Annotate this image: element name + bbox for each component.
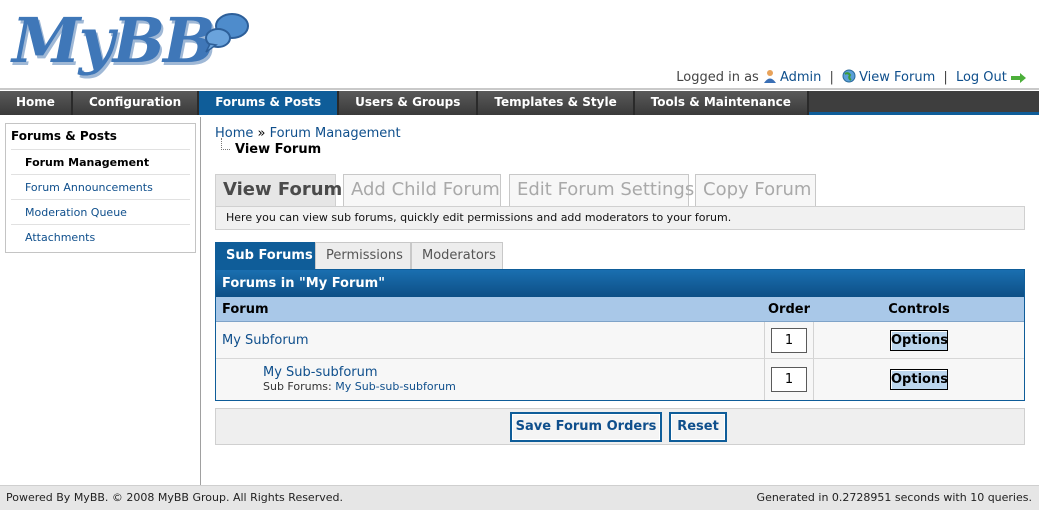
- footer: Powered By MyBB. © 2008 MyBB Group. All …: [0, 485, 1039, 510]
- table-title: Forums in "My Forum": [216, 270, 1024, 297]
- sub-tabs: Sub Forums Permissions Moderators: [215, 242, 1025, 269]
- breadcrumb-forum-management[interactable]: Forum Management: [270, 126, 401, 141]
- main-nav: Home Configuration Forums & Posts Users …: [0, 91, 1039, 115]
- nav-tab-tools-maintenance[interactable]: Tools & Maintenance: [634, 91, 809, 115]
- order-input[interactable]: 1: [771, 367, 807, 392]
- page-title-text: View Forum: [235, 142, 322, 157]
- sub-forums-label: Sub Forums:: [263, 380, 332, 393]
- order-input[interactable]: 1: [771, 327, 807, 353]
- subtab-moderators[interactable]: Moderators: [411, 242, 503, 269]
- nav-tab-users-groups[interactable]: Users & Groups: [339, 91, 479, 115]
- options-button[interactable]: Options: [890, 329, 948, 351]
- header-divider: [0, 88, 1039, 90]
- logged-in-label: Logged in as: [676, 70, 759, 85]
- mybb-logo[interactable]: MyBB: [10, 4, 250, 84]
- nav-tab-home[interactable]: Home: [0, 91, 73, 115]
- sidebar-item-attachments[interactable]: Attachments: [11, 224, 190, 249]
- separator: |: [829, 70, 834, 85]
- user-icon: [763, 69, 777, 87]
- user-bar: Logged in as Admin | View Forum | Log Ou…: [676, 69, 1029, 87]
- nav-tab-configuration[interactable]: Configuration: [72, 91, 200, 115]
- reset-button[interactable]: Reset: [669, 412, 727, 442]
- log-out-link[interactable]: Log Out: [956, 70, 1007, 85]
- tab-add-child-forum[interactable]: Add Child Forum: [343, 174, 501, 206]
- header: MyBB Logged in as Admin | View Forum | L…: [0, 0, 1039, 90]
- table-row: My Subforum 1 Options: [216, 322, 1024, 359]
- sidebar-item-forum-management[interactable]: Forum Management: [11, 149, 190, 174]
- subtab-sub-forums[interactable]: Sub Forums: [215, 242, 315, 269]
- tab-description: Here you can view sub forums, quickly ed…: [215, 206, 1025, 230]
- sidebar-item-forum-announcements[interactable]: Forum Announcements: [11, 174, 190, 199]
- forum-tabs: View Forum Add Child Forum Edit Forum Se…: [215, 174, 1025, 206]
- sidebar: Forums & Posts Forum Management Forum An…: [0, 117, 201, 485]
- separator: |: [943, 70, 948, 85]
- forum-link-my-subforum[interactable]: My Subforum: [222, 333, 309, 348]
- arrow-right-icon: [1011, 72, 1026, 87]
- subtab-permissions[interactable]: Permissions: [315, 242, 411, 269]
- tree-connector: [221, 138, 230, 150]
- table-header-row: Forum Order Controls: [216, 297, 1024, 322]
- sidebar-item-moderation-queue[interactable]: Moderation Queue: [11, 199, 190, 224]
- column-header-controls: Controls: [888, 301, 950, 317]
- sidebar-title: Forums & Posts: [11, 129, 117, 143]
- globe-icon: [842, 69, 856, 87]
- logo-text: MyBB: [12, 4, 215, 77]
- options-button[interactable]: Options: [890, 369, 948, 390]
- page-title: View Forum: [215, 138, 1025, 157]
- footer-copyright: Powered By MyBB. © 2008 MyBB Group. All …: [6, 491, 343, 504]
- sidebar-menu: Forums & Posts Forum Management Forum An…: [5, 123, 196, 253]
- main-content: Home » Forum Management View Forum View …: [215, 126, 1025, 445]
- table-row: My Sub-subforum Sub Forums: My Sub-sub-s…: [216, 359, 1024, 400]
- save-forum-orders-button[interactable]: Save Forum Orders: [510, 412, 662, 442]
- speech-bubble-icon: [205, 13, 249, 53]
- column-header-order: Order: [768, 301, 810, 317]
- tab-view-forum[interactable]: View Forum: [215, 174, 342, 206]
- nav-tab-templates-style[interactable]: Templates & Style: [478, 91, 635, 115]
- breadcrumb: Home » Forum Management: [215, 126, 1025, 141]
- tab-edit-forum-settings[interactable]: Edit Forum Settings: [509, 174, 694, 206]
- footer-generation-stats: Generated in 0.2728951 seconds with 10 q…: [756, 491, 1032, 504]
- admin-user-link[interactable]: Admin: [780, 70, 821, 85]
- breadcrumb-separator: »: [257, 126, 266, 141]
- view-forum-link[interactable]: View Forum: [859, 70, 935, 85]
- forums-table: Forums in "My Forum" Forum Order Control…: [215, 269, 1025, 401]
- forum-link-my-sub-subforum[interactable]: My Sub-subforum: [263, 365, 764, 380]
- forum-link-my-sub-sub-subforum[interactable]: My Sub-sub-subforum: [335, 380, 456, 393]
- form-buttons: Save Forum Orders Reset: [215, 408, 1025, 445]
- tab-copy-forum[interactable]: Copy Forum: [695, 174, 816, 206]
- column-header-forum: Forum: [222, 302, 269, 317]
- nav-tab-forums-posts[interactable]: Forums & Posts: [199, 91, 340, 115]
